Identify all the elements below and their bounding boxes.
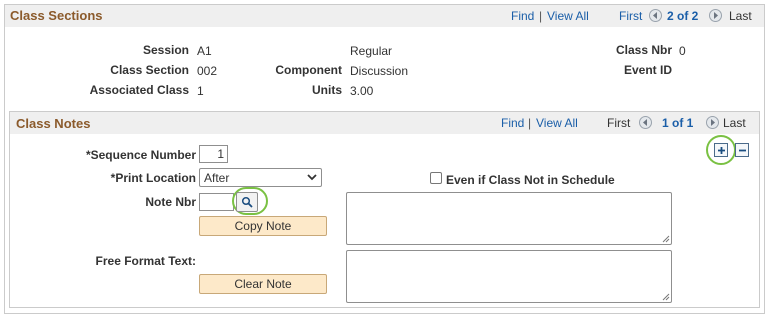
free-format-textarea[interactable] — [346, 250, 672, 303]
class-sections-view-all-link[interactable]: View All — [547, 9, 589, 23]
units-label: Units — [312, 83, 342, 97]
class-nbr-label: Class Nbr — [615, 43, 672, 57]
add-row-button[interactable] — [714, 143, 728, 157]
class-section-value: 002 — [197, 64, 218, 78]
free-format-text-label: Free Format Text: — [95, 254, 196, 268]
class-sections-title: Class Sections — [10, 8, 103, 23]
note-nbr-input[interactable] — [199, 193, 234, 211]
class-sections-page-indicator: 2 of 2 — [667, 9, 699, 23]
sequence-number-label: *Sequence Number — [85, 148, 196, 162]
component-label: Component — [275, 63, 342, 77]
copy-note-button[interactable]: Copy Note — [199, 216, 327, 236]
class-sections-prev-icon[interactable] — [649, 9, 662, 22]
class-notes-last-link[interactable]: Last — [723, 116, 746, 130]
class-notes-prev-icon[interactable] — [639, 116, 652, 129]
plus-icon — [717, 146, 725, 154]
component-value: Discussion — [350, 64, 409, 78]
clear-note-label: Clear Note — [234, 277, 292, 291]
chevron-down-icon — [307, 174, 317, 181]
even-if-not-in-schedule-checkbox[interactable] — [430, 172, 442, 184]
copy-note-label: Copy Note — [234, 219, 292, 233]
class-nbr-value: 0 — [679, 44, 686, 58]
print-location-label: *Print Location — [110, 171, 196, 185]
class-notes-view-all-link[interactable]: View All — [536, 116, 578, 130]
minus-icon — [738, 149, 746, 151]
class-notes-page-indicator: 1 of 1 — [662, 116, 694, 130]
class-section-label: Class Section — [110, 63, 189, 77]
resize-grip-icon — [662, 293, 670, 301]
note-nbr-label: Note Nbr — [145, 195, 196, 209]
search-icon — [241, 196, 253, 208]
session-label: Session — [142, 43, 189, 57]
class-notes-title: Class Notes — [16, 116, 91, 131]
note-textarea[interactable] — [346, 192, 672, 245]
session-value: A1 — [197, 44, 212, 58]
class-sections-last-link[interactable]: Last — [729, 9, 752, 23]
class-notes-next-icon[interactable] — [706, 116, 719, 129]
print-location-select[interactable]: After — [199, 168, 322, 187]
class-sections-separator: | — [539, 9, 543, 23]
event-id-label: Event ID — [623, 63, 672, 77]
class-sections-find-link[interactable]: Find — [511, 9, 534, 23]
class-sections-first-link[interactable]: First — [619, 9, 642, 23]
clear-note-button[interactable]: Clear Note — [199, 274, 327, 294]
class-notes-first-link[interactable]: First — [607, 116, 630, 130]
units-value: 3.00 — [350, 84, 374, 98]
sequence-number-input[interactable] — [199, 145, 228, 163]
even-if-not-in-schedule-label: Even if Class Not in Schedule — [446, 173, 615, 187]
delete-row-button[interactable] — [735, 143, 749, 157]
class-notes-separator: | — [528, 116, 532, 130]
associated-class-label: Associated Class — [89, 83, 189, 97]
note-nbr-lookup-button[interactable] — [236, 192, 258, 212]
associated-class-value: 1 — [197, 84, 204, 98]
class-sections-next-icon[interactable] — [709, 9, 722, 22]
resize-grip-icon — [662, 235, 670, 243]
session-type-value: Regular — [350, 44, 393, 58]
class-notes-find-link[interactable]: Find — [501, 116, 524, 130]
print-location-value: After — [204, 170, 230, 185]
